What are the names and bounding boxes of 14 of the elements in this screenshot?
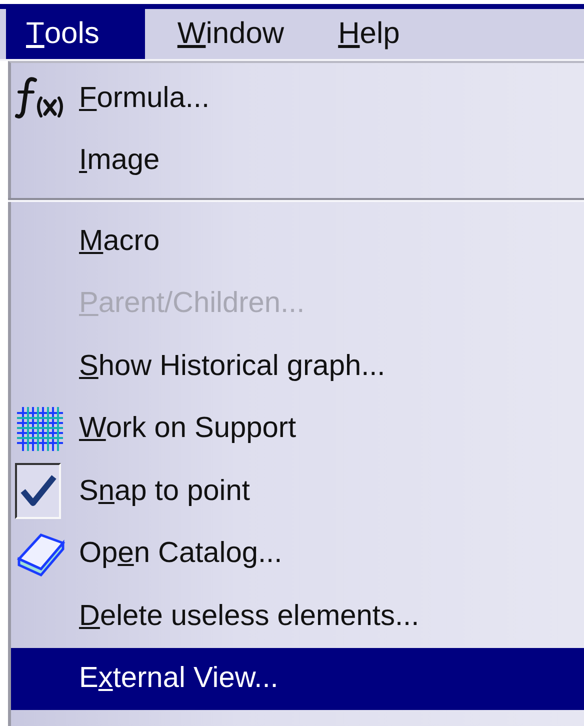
- menu-bar-item[interactable]: Tools: [6, 9, 146, 59]
- menu-bar-item[interactable]: Help: [318, 9, 422, 59]
- menu-item[interactable]: Delete useless elements...: [11, 585, 584, 648]
- menu-item[interactable]: Open Catalog...: [11, 522, 584, 585]
- menu-item[interactable]: Show Historical graph...: [11, 335, 584, 398]
- menu-item[interactable]: Formula...: [11, 67, 584, 130]
- menu-item[interactable]: Image: [11, 130, 584, 192]
- menu-item[interactable]: External View...: [11, 648, 584, 710]
- menu-item[interactable]: Snap to point: [11, 460, 584, 522]
- grid-icon: [15, 404, 65, 453]
- menu-item[interactable]: Macro: [11, 210, 584, 272]
- menu-item[interactable]: Work on Support: [11, 398, 584, 460]
- menu-bar-item[interactable]: Window: [157, 9, 306, 59]
- checkbox[interactable]: [15, 463, 61, 520]
